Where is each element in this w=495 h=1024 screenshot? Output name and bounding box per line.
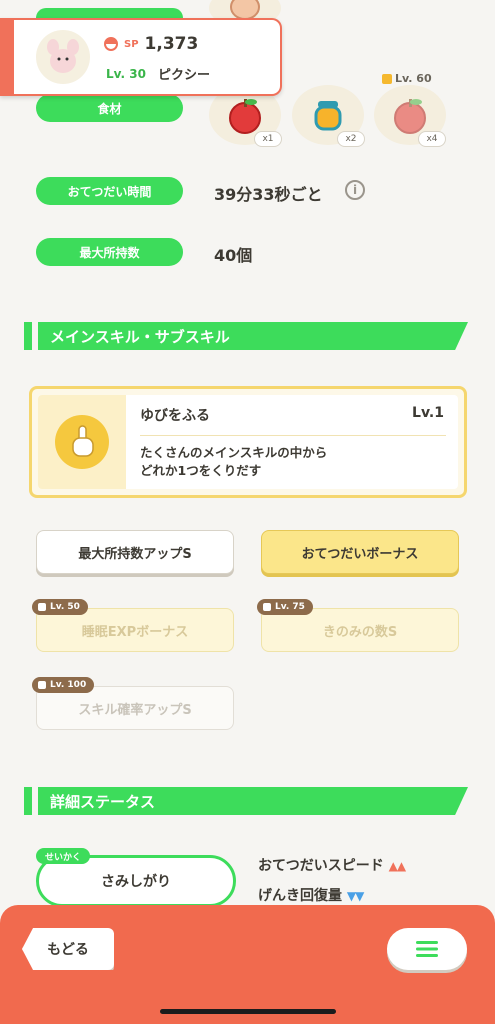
info-icon[interactable]: i: [345, 180, 365, 200]
back-button[interactable]: もどる: [22, 928, 114, 970]
nature-down-stat: げんき回復量 ▼▼: [258, 888, 364, 904]
help-time-label: おてつだい時間: [36, 177, 183, 205]
nature-tag: せいかく: [36, 848, 91, 864]
ingredient-lock-level: Lv. 60: [382, 72, 432, 85]
section-header-skills: メインスキル・サブスキル: [24, 322, 468, 350]
pokemon-name: ピクシー: [157, 68, 210, 83]
sub-skill-button[interactable]: おてつだいボーナス: [261, 530, 459, 574]
pokemon-summary-card[interactable]: SP 1,373 Lv. 30 ピクシー: [0, 18, 282, 96]
max-carry-label: 最大所持数: [36, 238, 183, 266]
section-title: 詳細ステータス: [38, 787, 468, 815]
ingredient-qty: x2: [337, 131, 365, 147]
menu-button[interactable]: [387, 928, 467, 970]
pokemon-avatar: [36, 30, 90, 84]
lock-icon: [38, 681, 46, 689]
lock-icon: [382, 73, 392, 84]
ingredients-label: 食材: [36, 94, 183, 122]
lock-icon: [38, 603, 46, 611]
section-header-details: 詳細ステータス: [24, 787, 468, 815]
nature-up-stat: おてつだいスピード ▲▲: [258, 858, 406, 874]
sub-skill-lock-tag: Lv. 75: [257, 599, 313, 615]
lock-icon: [263, 603, 271, 611]
home-indicator: [160, 1009, 336, 1014]
ingredient-qty: x4: [418, 131, 446, 147]
main-skill-level: Lv.1: [412, 405, 444, 421]
main-skill-desc-2: どれか1つをくりだす: [140, 463, 262, 478]
help-time-value: 39分33秒ごと: [214, 185, 323, 204]
main-skill-name: ゆびをふる: [140, 408, 210, 424]
sub-skill-lock-tag: Lv. 100: [32, 677, 95, 693]
sub-skill-lock-tag: Lv. 50: [32, 599, 88, 615]
hamburger-icon: [416, 941, 438, 957]
finger-icon: [55, 415, 109, 469]
up-arrows: ▲▲: [388, 859, 406, 873]
max-carry-value: 40個: [214, 246, 253, 265]
section-title: メインスキル・サブスキル: [38, 322, 468, 350]
main-skill-desc-1: たくさんのメインスキルの中から: [140, 445, 328, 460]
ingredient-qty: x1: [254, 131, 282, 147]
pokeball-icon: [104, 37, 118, 51]
pokemon-level: Lv. 30: [106, 66, 146, 81]
main-skill-card[interactable]: ゆびをふる Lv.1 たくさんのメインスキルの中から どれか1つをくりだす: [29, 386, 467, 498]
sub-skill-button[interactable]: 最大所持数アップS: [36, 530, 234, 574]
sp-label: SP: [124, 38, 139, 50]
down-arrows: ▼▼: [346, 889, 364, 903]
sp-value: 1,373: [144, 34, 199, 54]
